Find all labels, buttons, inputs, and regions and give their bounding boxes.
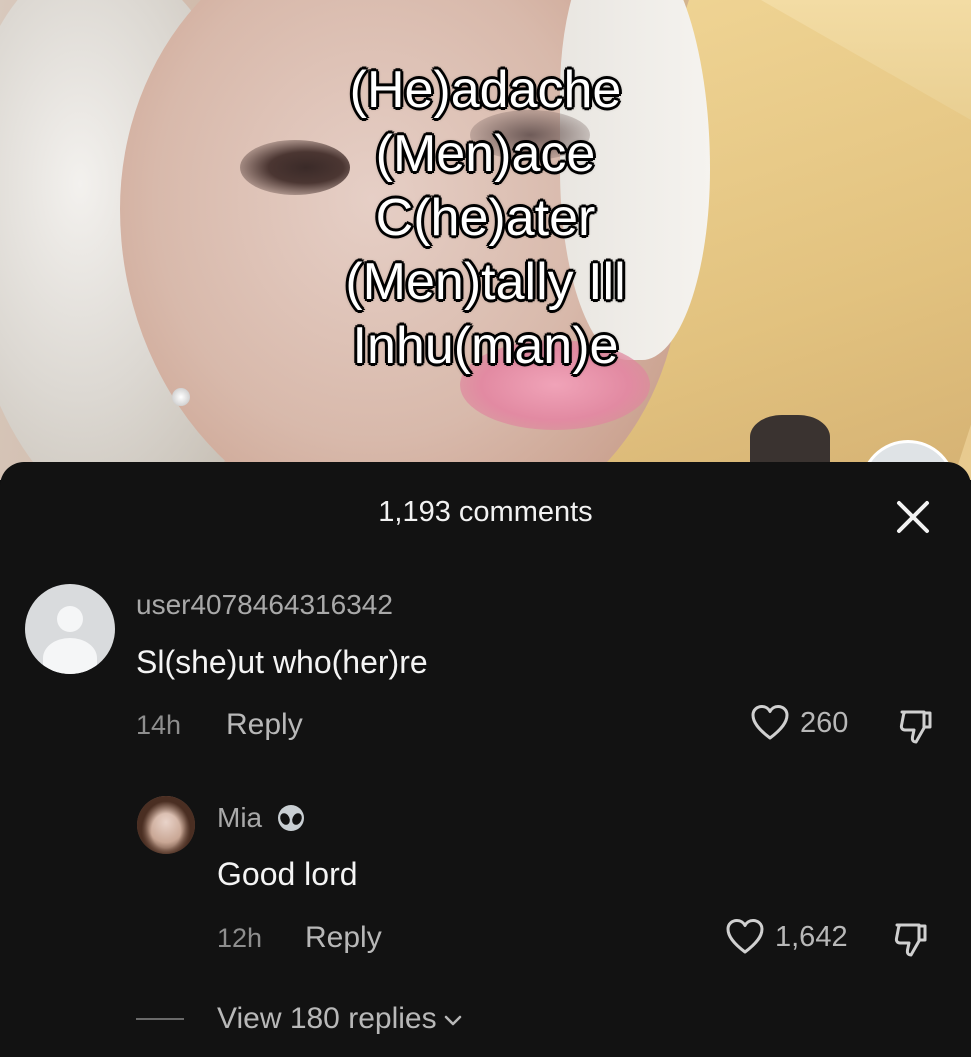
dislike-button[interactable]: [889, 917, 933, 961]
comment-text: Good lord: [217, 856, 358, 892]
close-icon: [897, 501, 929, 533]
like-count: 260: [800, 706, 849, 739]
reply-button[interactable]: Reply: [226, 708, 303, 742]
thumbs-down-icon: [899, 710, 932, 744]
comments-count-title: 1,193 comments: [378, 496, 593, 528]
tiktok-screen: (He)adache (Men)ace C(he)ater (Men)tally…: [0, 0, 971, 1057]
thumbs-down-icon: [894, 923, 927, 957]
video-caption-overlay: (He)adache (Men)ace C(he)ater (Men)tally…: [0, 58, 971, 378]
comment-timestamp: 12h: [217, 923, 263, 953]
like-button[interactable]: 1,642: [725, 918, 848, 956]
alien-emoji-icon: [278, 805, 304, 831]
overlay-line: (Men)tally Ill: [345, 253, 626, 311]
overlay-line: C(he)ater: [375, 189, 596, 247]
comment-username[interactable]: user4078464316342: [136, 589, 393, 621]
comment-username[interactable]: Mia: [217, 802, 262, 834]
avatar[interactable]: [25, 584, 115, 674]
chevron-down-icon: [444, 1015, 461, 1026]
overlay-line: Inhu(man)e: [352, 317, 619, 375]
view-replies-label: View 180 replies: [217, 1002, 437, 1035]
close-button[interactable]: [888, 492, 938, 542]
reply-button[interactable]: Reply: [305, 921, 382, 955]
video-earring: [172, 388, 190, 406]
like-button[interactable]: 260: [750, 704, 848, 742]
comments-sheet: 1,193 comments user4078464316342 Sl(she)…: [0, 462, 971, 1057]
heart-icon: [751, 705, 789, 740]
comment-timestamp: 14h: [136, 710, 182, 740]
user-photo: [137, 796, 195, 854]
replies-divider-line: [136, 1018, 184, 1020]
avatar[interactable]: [137, 796, 195, 854]
overlay-line: (He)adache: [349, 61, 622, 119]
dislike-button[interactable]: [894, 704, 938, 748]
comment-text: Sl(she)ut who(her)re: [136, 644, 428, 680]
like-count: 1,642: [775, 920, 848, 953]
overlay-line: (Men)ace: [375, 125, 596, 183]
video-player[interactable]: (He)adache (Men)ace C(he)ater (Men)tally…: [0, 0, 971, 480]
heart-icon: [726, 919, 764, 954]
default-avatar-icon: [57, 606, 83, 632]
default-avatar-body: [43, 638, 97, 674]
view-replies-button[interactable]: View 180 replies: [136, 1002, 463, 1036]
